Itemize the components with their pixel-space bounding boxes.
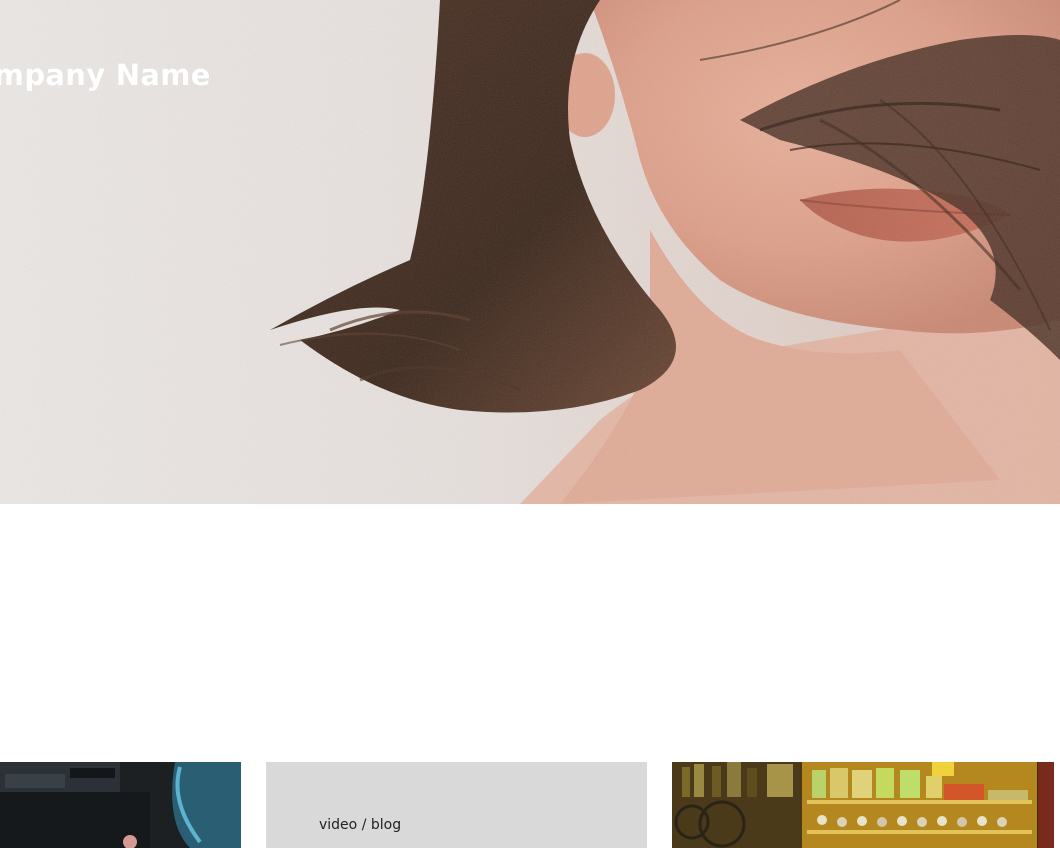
- shop-shelf-photo: [672, 762, 1054, 848]
- page: Company Name video / blog: [0, 0, 1060, 848]
- brand-name[interactable]: Company Name: [0, 58, 211, 92]
- portfolio-tile-shop[interactable]: [672, 762, 1054, 848]
- camera-photo: [0, 762, 241, 848]
- portfolio-tile-camera[interactable]: [0, 762, 241, 848]
- tile-caption: video / blog: [319, 817, 402, 833]
- portfolio-tile-video-blog[interactable]: video / blog: [266, 762, 647, 848]
- hero-banner: Company Name: [0, 0, 1060, 504]
